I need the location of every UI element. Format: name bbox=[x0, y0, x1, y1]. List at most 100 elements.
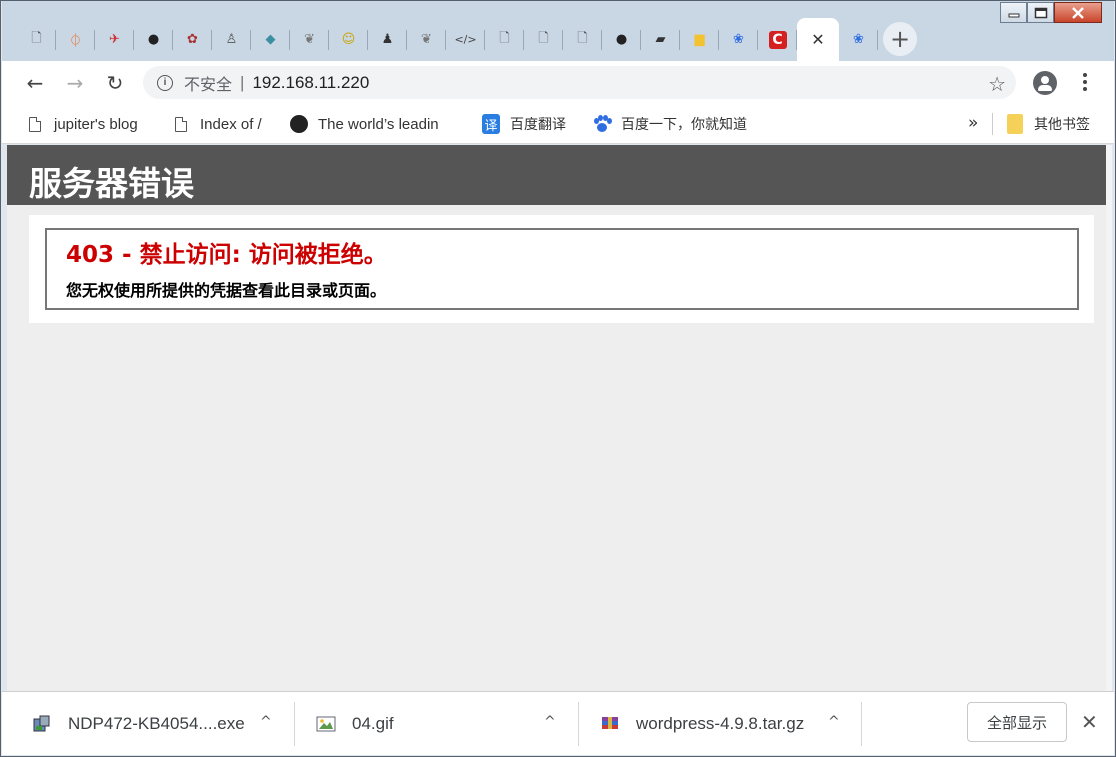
page-title: 服务器错误 bbox=[29, 164, 194, 203]
bookmark-baidu[interactable]: 百度一下，你就知道 bbox=[593, 112, 747, 136]
back-button[interactable]: ← bbox=[21, 69, 49, 97]
tab[interactable]: ▰ bbox=[641, 18, 680, 61]
page-content: 服务器错误 403 - 禁止访问: 访问被拒绝。 您无权使用所提供的凭据查看此目… bbox=[7, 145, 1112, 691]
page-icon: 🗋 bbox=[499, 30, 510, 46]
error-description: 您无权使用所提供的凭据查看此目录或页面。 bbox=[66, 281, 387, 300]
tab[interactable]: 🗋 bbox=[485, 18, 524, 61]
close-icon[interactable]: ✕ bbox=[809, 30, 827, 49]
bookmark-github[interactable]: The world’s leadin bbox=[290, 112, 462, 136]
tab[interactable]: ❀ bbox=[839, 18, 878, 61]
tab[interactable]: C bbox=[758, 18, 797, 61]
close-downloads-icon[interactable]: ✕ bbox=[1081, 710, 1098, 734]
close-icon bbox=[1072, 6, 1084, 19]
bookmark-index-of[interactable]: Index of / bbox=[172, 112, 262, 136]
download-filename: NDP472-KB4054....exe bbox=[68, 714, 245, 733]
new-tab-button[interactable]: + bbox=[883, 22, 917, 56]
minimize-button[interactable] bbox=[1000, 2, 1027, 23]
tab-strip: 🗋 ⏀ ✈ ● ✿ ♙ ◆ ❦ ☺ ♟ ❦ </> 🗋 🗋 🗋 ● ▰ ▆ ❀ C ✕ ❀ + bbox=[2, 1, 1114, 61]
show-all-downloads-button[interactable]: 全部显示 bbox=[967, 702, 1067, 742]
menu-button[interactable] bbox=[1082, 73, 1088, 91]
tab[interactable]: ☺ bbox=[329, 18, 368, 61]
note-icon: ▆ bbox=[694, 32, 705, 47]
baidu-icon: ❀ bbox=[853, 32, 864, 47]
maximize-icon bbox=[1034, 7, 1047, 18]
tab[interactable]: 🗋 bbox=[17, 18, 56, 61]
reload-button[interactable]: ↻ bbox=[101, 69, 129, 97]
chevron-up-icon[interactable]: ^ bbox=[828, 714, 840, 730]
anime-icon: ✿ bbox=[187, 32, 198, 47]
chevron-up-icon[interactable]: ^ bbox=[260, 714, 272, 730]
bookmarks-bar: jupiter's blog Index of / The world’s le… bbox=[2, 104, 1114, 144]
maximize-button[interactable] bbox=[1027, 2, 1054, 23]
tab[interactable]: ▆ bbox=[680, 18, 719, 61]
tab[interactable]: ♟ bbox=[368, 18, 407, 61]
folder-icon bbox=[1006, 114, 1024, 134]
bookmarks-divider bbox=[992, 113, 993, 135]
tab[interactable]: 🗋 bbox=[524, 18, 563, 61]
book-icon: ▰ bbox=[655, 32, 666, 47]
tab[interactable]: ✈ bbox=[95, 18, 134, 61]
github-icon: ● bbox=[615, 32, 628, 47]
browser-toolbar: ← → ↻ i 不安全 | 192.168.11.220 ☆ bbox=[2, 61, 1114, 104]
doodle-icon: ❦ bbox=[421, 32, 432, 47]
installer-icon bbox=[33, 715, 50, 732]
page-icon: 🗋 bbox=[31, 30, 42, 46]
baidu-icon bbox=[593, 115, 612, 133]
tool-icon: ✈ bbox=[109, 32, 120, 47]
url-separator: | bbox=[240, 72, 245, 92]
bookmark-label: Index of / bbox=[200, 115, 262, 133]
page-icon: 🗋 bbox=[538, 30, 549, 46]
error-content: 403 - 禁止访问: 访问被拒绝。 您无权使用所提供的凭据查看此目录或页面。 bbox=[29, 215, 1094, 323]
other-bookmarks-folder[interactable]: 其他书签 bbox=[1006, 112, 1090, 136]
dragon-icon: ◆ bbox=[265, 32, 276, 47]
download-divider bbox=[861, 702, 862, 746]
cartoon-icon: ☺ bbox=[341, 32, 356, 47]
error-box: 403 - 禁止访问: 访问被拒绝。 您无权使用所提供的凭据查看此目录或页面。 bbox=[45, 228, 1079, 310]
tab-list: 🗋 ⏀ ✈ ● ✿ ♙ ◆ ❦ ☺ ♟ ❦ </> 🗋 🗋 🗋 ● ▰ ▆ ❀ C ✕ ❀ bbox=[17, 18, 878, 61]
tab[interactable]: ⏀ bbox=[56, 18, 95, 61]
tab[interactable]: ❀ bbox=[719, 18, 758, 61]
download-item[interactable]: wordpress-4.9.8.tar.gz ^ bbox=[600, 692, 840, 756]
image-icon bbox=[316, 716, 336, 732]
address-bar[interactable]: i 不安全 | 192.168.11.220 ☆ bbox=[143, 66, 1016, 99]
code-icon: </> bbox=[454, 33, 477, 46]
download-filename: wordpress-4.9.8.tar.gz bbox=[636, 714, 805, 733]
bookmark-label: 百度翻译 bbox=[510, 117, 566, 133]
url-text[interactable]: 192.168.11.220 bbox=[252, 73, 369, 93]
bookmark-jupiters-blog[interactable]: jupiter's blog bbox=[26, 112, 138, 136]
minimize-icon bbox=[1008, 13, 1019, 17]
tab[interactable]: ❦ bbox=[407, 18, 446, 61]
bookmark-baidu-translate[interactable]: 译 百度翻译 bbox=[482, 112, 566, 136]
chevron-up-icon[interactable]: ^ bbox=[544, 714, 556, 730]
tab-active[interactable]: ✕ bbox=[797, 18, 839, 61]
archive-icon bbox=[602, 717, 618, 729]
bookmark-star-icon[interactable]: ☆ bbox=[988, 72, 1006, 96]
window-close-button[interactable] bbox=[1054, 2, 1102, 23]
tab[interactable]: ♙ bbox=[212, 18, 251, 61]
bookmarks-overflow-button[interactable]: » bbox=[968, 113, 978, 133]
download-item[interactable]: 04.gif ^ bbox=[316, 692, 556, 756]
bookmark-label: jupiter's blog bbox=[54, 115, 138, 133]
baidu-icon: ❀ bbox=[733, 32, 744, 47]
tab[interactable]: ✿ bbox=[173, 18, 212, 61]
info-icon[interactable]: i bbox=[157, 74, 173, 91]
profile-avatar-icon[interactable] bbox=[1033, 71, 1057, 95]
browser-window: 🗋 ⏀ ✈ ● ✿ ♙ ◆ ❦ ☺ ♟ ❦ </> 🗋 🗋 🗋 ● ▰ ▆ ❀ C ✕ ❀ + ← → ↻ i 不安全 |… bbox=[0, 0, 1116, 757]
forward-button[interactable]: → bbox=[61, 69, 89, 97]
bookmark-label: 百度一下，你就知道 bbox=[621, 117, 747, 133]
burp-icon: ⏀ bbox=[68, 34, 82, 49]
tab[interactable]: ❦ bbox=[290, 18, 329, 61]
page-icon bbox=[26, 115, 44, 133]
bookmark-label: The world’s leadin bbox=[318, 115, 439, 133]
person-icon: ♟ bbox=[381, 32, 394, 47]
doodle-icon: ❦ bbox=[304, 32, 315, 47]
download-divider bbox=[294, 702, 295, 746]
tab[interactable]: ◆ bbox=[251, 18, 290, 61]
tab[interactable]: ● bbox=[134, 18, 173, 61]
page-scrollbar[interactable] bbox=[1106, 145, 1112, 691]
tab[interactable]: </> bbox=[446, 18, 485, 61]
tab[interactable]: ● bbox=[602, 18, 641, 61]
tab[interactable]: 🗋 bbox=[563, 18, 602, 61]
error-title: 403 - 禁止访问: 访问被拒绝。 bbox=[66, 242, 387, 268]
download-item[interactable]: NDP472-KB4054....exe ^ bbox=[32, 692, 272, 756]
